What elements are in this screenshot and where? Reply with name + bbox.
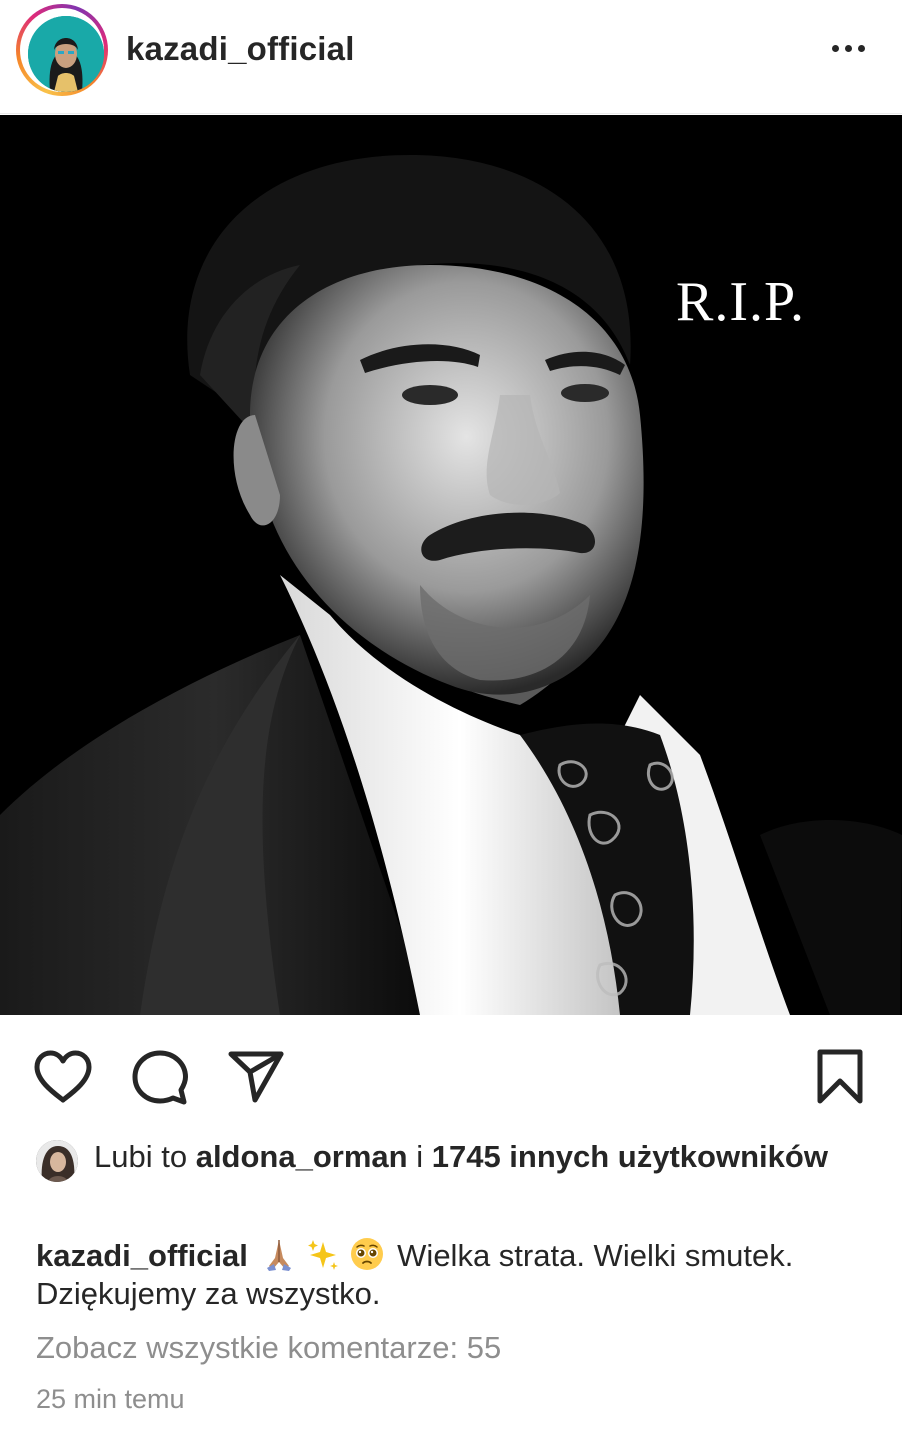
avatar-image — [28, 16, 104, 92]
caption-username[interactable]: kazadi_official — [36, 1238, 248, 1273]
folded-hands-emoji — [266, 1240, 291, 1271]
pleading-face-emoji — [350, 1238, 383, 1270]
bookmark-icon[interactable] — [816, 1048, 864, 1106]
likes-others[interactable]: 1745 innych użytkowników — [432, 1139, 828, 1174]
likes-text: Lubi to aldona_orman i 1745 innych użytk… — [94, 1138, 854, 1176]
send-icon[interactable] — [228, 1050, 284, 1104]
more-dot — [845, 45, 852, 52]
post-header: kazadi_official — [0, 0, 902, 114]
comment-icon[interactable] — [132, 1050, 188, 1106]
sparkles-emoji — [307, 1240, 338, 1270]
likes-prefix: Lubi to — [94, 1139, 196, 1174]
action-bar — [0, 1016, 902, 1136]
more-horizontal-icon[interactable] — [826, 36, 872, 62]
avatar — [28, 16, 104, 92]
more-dot — [858, 45, 865, 52]
rip-overlay-text: R.I.P. — [676, 271, 805, 333]
likes-connector: i — [407, 1139, 432, 1174]
caption: kazadi_official Wielka strata. Wielki sm… — [36, 1236, 866, 1313]
post-timestamp: 25 min temu — [36, 1384, 185, 1414]
liker-avatar-image — [36, 1140, 78, 1182]
liker-username[interactable]: aldona_orman — [196, 1139, 408, 1174]
portrait-illustration — [0, 115, 902, 1015]
more-dot — [832, 45, 839, 52]
view-all-comments-link[interactable]: Zobacz wszystkie komentarze: 55 — [36, 1330, 501, 1366]
liker-avatar[interactable] — [36, 1140, 78, 1182]
post-username[interactable]: kazadi_official — [126, 30, 355, 68]
story-ring[interactable] — [16, 4, 108, 96]
avatar-gap — [20, 8, 104, 92]
post-image[interactable]: R.I.P. — [0, 115, 902, 1015]
heart-icon[interactable] — [34, 1050, 92, 1104]
